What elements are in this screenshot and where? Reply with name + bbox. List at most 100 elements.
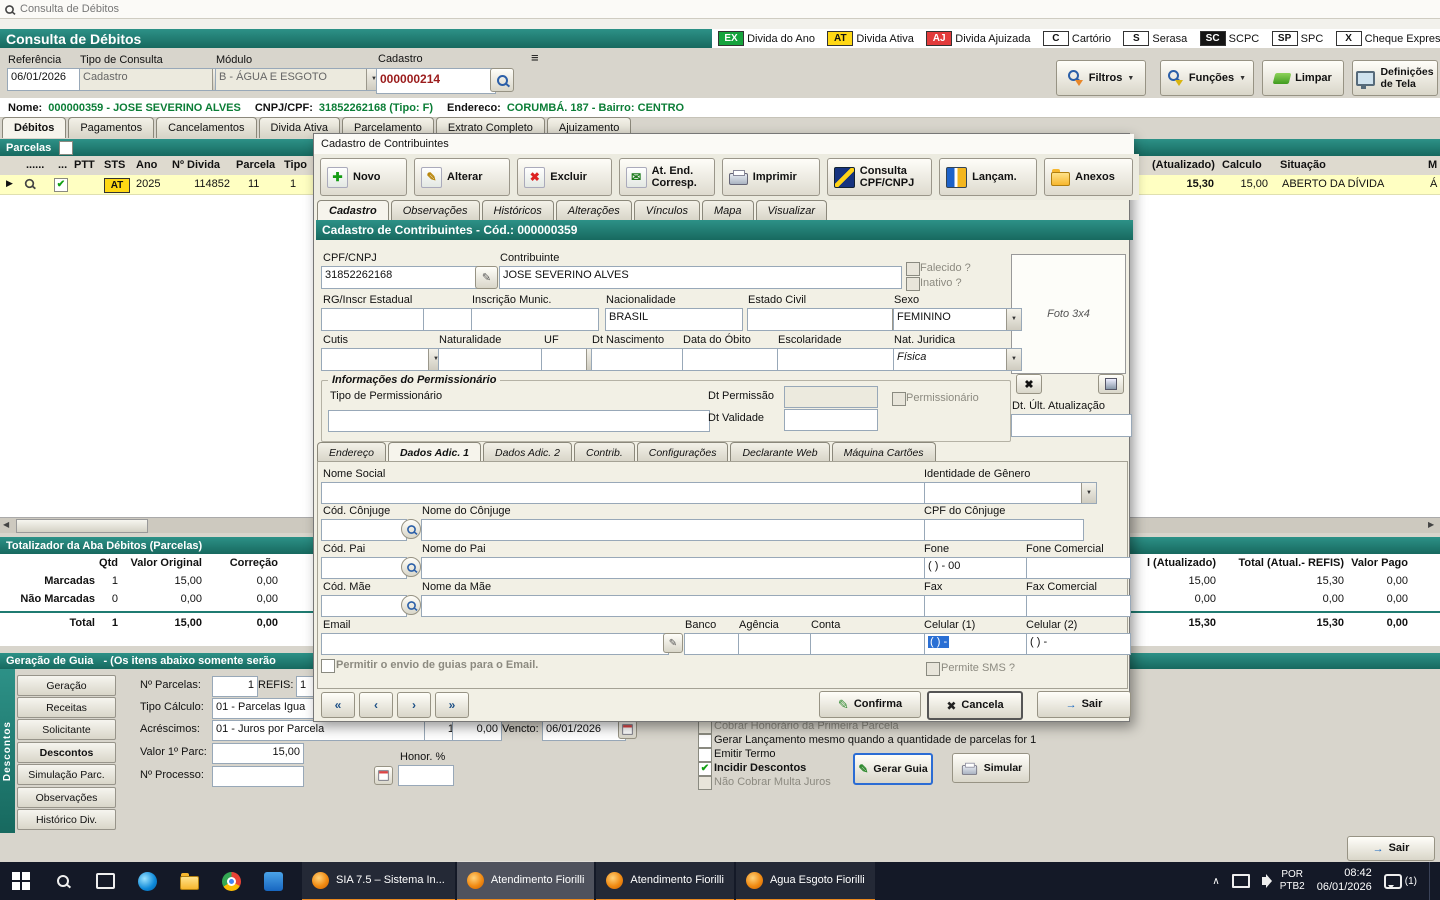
sidebar-historico-button[interactable]: Histórico Div.: [17, 809, 116, 830]
conta-input[interactable]: [810, 633, 928, 655]
task-view-button[interactable]: [84, 862, 126, 900]
cadastro-search-button[interactable]: [490, 68, 514, 92]
show-desktop-button[interactable]: [1429, 862, 1434, 900]
cpf-conjuge-input[interactable]: [924, 519, 1084, 541]
tab-visualizar[interactable]: Visualizar: [756, 200, 828, 221]
col-ano[interactable]: Ano: [136, 159, 157, 171]
contribuinte-input[interactable]: JOSE SEVERINO ALVES: [499, 266, 902, 289]
agencia-input[interactable]: [738, 633, 814, 655]
atualiza-endereco-button[interactable]: ✉ At. End. Corresp.: [619, 158, 715, 196]
tab-declarante-web[interactable]: Declarante Web: [730, 442, 829, 462]
sidebar-observacoes-button[interactable]: Observações: [17, 787, 116, 808]
n-parcelas-input[interactable]: 1: [212, 676, 258, 697]
tab-configuracoes[interactable]: Configurações: [637, 442, 729, 462]
email-input[interactable]: [321, 633, 669, 655]
file-explorer-button[interactable]: [168, 862, 210, 900]
sidebar-geracao-button[interactable]: Geração: [17, 675, 116, 696]
chrome-button[interactable]: [210, 862, 252, 900]
honor-input[interactable]: [398, 765, 454, 786]
celular1-input[interactable]: ( ) -: [924, 633, 1027, 655]
tipo-permissionario-input[interactable]: [328, 410, 710, 432]
falecido-checkbox[interactable]: [906, 262, 920, 276]
nav-prev-record-button[interactable]: ‹: [359, 692, 393, 718]
display-icon[interactable]: [1232, 874, 1250, 888]
nav-last-record-button[interactable]: »: [435, 692, 469, 718]
col-parcela[interactable]: Parcela: [236, 159, 275, 171]
conjuge-search-button[interactable]: [401, 519, 421, 539]
naturalidade-input[interactable]: [438, 348, 544, 371]
scroll-right-arrow[interactable]: ▶: [1428, 520, 1434, 529]
taskbar-app-atendimento-2[interactable]: Atendimento Fiorilli: [596, 861, 734, 900]
tab-endereco[interactable]: Endereço: [317, 442, 386, 462]
excluir-button[interactable]: ✖ Excluir: [517, 158, 611, 196]
cadastro-input[interactable]: 000000214: [376, 68, 496, 94]
tab-cadastro[interactable]: Cadastro: [317, 200, 389, 221]
valor-parc-input[interactable]: 15,00: [212, 743, 304, 764]
speaker-icon[interactable]: [1262, 877, 1268, 885]
confirma-button[interactable]: ✎ Confirma: [819, 691, 921, 718]
fone-input[interactable]: ( ) - 00: [924, 557, 1027, 579]
col-divida[interactable]: Nº Divida: [172, 159, 220, 171]
clock[interactable]: 08:42 06/01/2026: [1317, 867, 1372, 895]
imprimir-button[interactable]: Imprimir: [722, 158, 820, 196]
tipo-consulta-select[interactable]: Cadastro: [79, 68, 228, 91]
acrescimos-select[interactable]: 01 - Juros por Parcela: [212, 720, 441, 741]
nome-pai-input[interactable]: [421, 557, 929, 579]
cutis-select[interactable]: [321, 348, 444, 371]
estado-civil-select[interactable]: [747, 308, 908, 331]
rg-input[interactable]: [321, 308, 429, 331]
nome-social-input[interactable]: [321, 482, 929, 504]
fax-input[interactable]: [924, 595, 1027, 617]
col-tipo[interactable]: Tipo: [284, 159, 307, 171]
banco-input[interactable]: [684, 633, 742, 655]
cancela-button[interactable]: ✖ Cancela: [927, 691, 1023, 720]
inativo-checkbox[interactable]: [906, 277, 920, 291]
nome-mae-input[interactable]: [421, 595, 929, 617]
sidebar-simulacao-button[interactable]: Simulação Parc.: [17, 764, 116, 785]
mae-search-button[interactable]: [401, 595, 421, 615]
tab-cancelamentos[interactable]: Cancelamentos: [156, 117, 256, 138]
permitir-email-checkbox[interactable]: [321, 659, 335, 673]
cod-conjuge-input[interactable]: [321, 519, 407, 541]
modulo-select[interactable]: B - ÁGUA E ESGOTO: [215, 68, 382, 91]
emitir-termo-checkbox[interactable]: [698, 748, 712, 762]
dt-ult-atualizacao-input[interactable]: [1011, 414, 1132, 437]
dt-validade-input[interactable]: [784, 409, 878, 431]
edge-button[interactable]: [126, 862, 168, 900]
tab-debitos[interactable]: Débitos: [2, 117, 66, 138]
escolaridade-input[interactable]: [777, 348, 897, 371]
sexo-select[interactable]: FEMININO: [893, 308, 1022, 331]
scroll-left-arrow[interactable]: ◀: [3, 520, 9, 529]
permite-sms-checkbox[interactable]: [926, 662, 940, 676]
processo-input[interactable]: [212, 766, 304, 787]
funcoes-button[interactable]: Funções ▼: [1160, 60, 1254, 96]
foto-3x4-box[interactable]: Foto 3x4: [1011, 254, 1126, 374]
cpf-cnpj-input[interactable]: 31852262168: [321, 266, 481, 289]
limpar-button[interactable]: Limpar: [1262, 60, 1344, 96]
acrescimo-valor-input[interactable]: 0,00: [452, 720, 502, 741]
inscr-estadual-input[interactable]: [423, 308, 475, 331]
tipo-calculo-select[interactable]: 01 - Parcelas Igua: [212, 698, 321, 719]
identidade-genero-select[interactable]: [924, 482, 1097, 504]
vencto-input[interactable]: 06/01/2026: [542, 720, 626, 741]
col-modulo[interactable]: M: [1428, 159, 1437, 171]
fone-comercial-input[interactable]: [1026, 557, 1131, 579]
scrollbar-thumb[interactable]: [16, 519, 148, 533]
tab-dados-adic-1[interactable]: Dados Adic. 1: [388, 442, 481, 462]
col-dots1[interactable]: ......: [26, 159, 44, 171]
cadastro-list-icon[interactable]: ≡: [531, 50, 539, 65]
tab-pagamentos[interactable]: Pagamentos: [68, 117, 154, 138]
tab-dados-adic-2[interactable]: Dados Adic. 2: [483, 442, 572, 462]
save-photo-button[interactable]: [1098, 374, 1124, 394]
tab-mapa[interactable]: Mapa: [702, 200, 754, 221]
dialog-sair-button[interactable]: → Sair: [1037, 691, 1131, 718]
dt-nascimento-input[interactable]: [591, 348, 685, 371]
parcelas-select-all-checkbox[interactable]: [59, 141, 73, 155]
taskbar-app-agua-esgoto[interactable]: Agua Esgoto Fiorilli: [736, 861, 875, 900]
tray-expand-icon[interactable]: ∧: [1212, 876, 1219, 887]
main-sair-button[interactable]: → Sair: [1347, 836, 1435, 861]
referencia-input[interactable]: 06/01/2026: [7, 68, 81, 91]
cpf-edit-button[interactable]: ✎: [475, 266, 498, 289]
anexos-button[interactable]: Anexos: [1044, 158, 1133, 196]
descontos-side-tab[interactable]: Descontos: [0, 669, 15, 833]
